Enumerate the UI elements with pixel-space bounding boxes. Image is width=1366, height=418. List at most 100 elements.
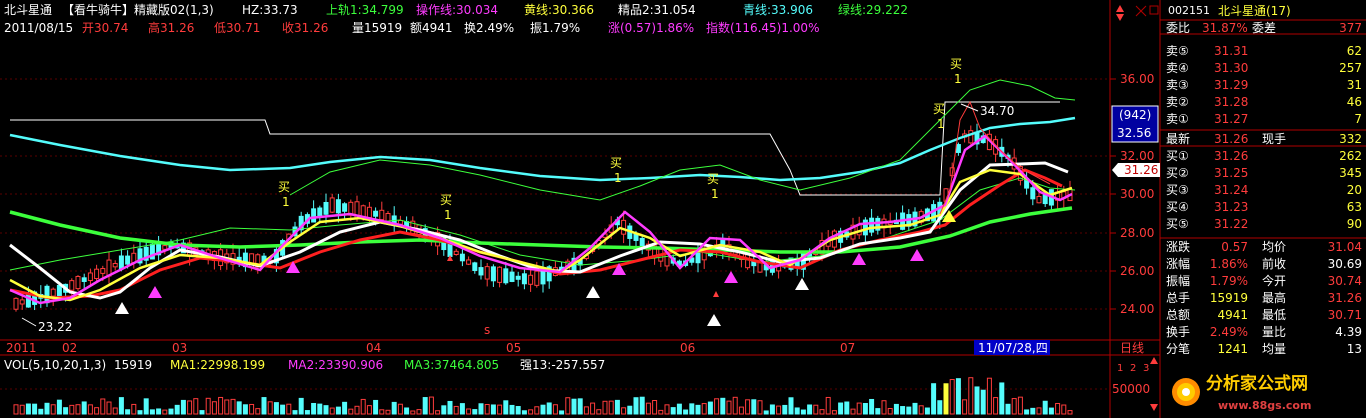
volume-bar — [540, 404, 546, 415]
sell-level-price: 31.28 — [1214, 95, 1249, 109]
panel-toggle-icon[interactable] — [1135, 5, 1147, 17]
volume-bar — [32, 403, 38, 415]
magenta-up-marker — [852, 253, 866, 265]
volume-bar — [131, 403, 137, 415]
buy-level-row[interactable]: 买⑤ 31.22 90 — [1166, 217, 1362, 231]
sell-level-price: 31.27 — [1214, 112, 1249, 126]
sell-level-label: 卖⑤ — [1166, 44, 1189, 58]
stat-label: 最高 — [1262, 291, 1287, 305]
volume-bar — [13, 404, 19, 415]
white-up-marker — [115, 302, 129, 314]
volume-bar — [546, 402, 552, 415]
volume-bar — [447, 400, 453, 415]
buy-level-row[interactable]: 买② 31.25 345 — [1166, 166, 1362, 180]
sell-level-volume: 257 — [1339, 61, 1362, 75]
volume-bar — [472, 409, 478, 415]
volume-bar — [1042, 400, 1048, 415]
stat-label: 总额 — [1166, 308, 1191, 322]
candle-body — [311, 208, 317, 223]
sell-level-volume: 46 — [1346, 95, 1362, 109]
period-label[interactable]: 日线 — [1120, 341, 1144, 355]
buy-signal-count: 1 — [711, 187, 719, 201]
volume-bar — [106, 401, 112, 415]
vol-scale-label: 3 — [1143, 363, 1150, 374]
weibi-row: 委比 31.87% 委差 377 — [1166, 21, 1362, 35]
sell-level-price: 31.31 — [1214, 44, 1249, 58]
x-tick-label: 03 — [172, 341, 188, 355]
volume-bar — [776, 405, 782, 415]
volume-bar — [993, 397, 999, 415]
sell-level-row[interactable]: 卖② 31.28 46 — [1166, 95, 1362, 109]
buy-level-price: 31.25 — [1214, 166, 1249, 180]
volume-bar — [360, 398, 366, 415]
logo-url: www.88gs.com — [1218, 399, 1312, 412]
candle-body — [968, 130, 974, 144]
volume-bar — [763, 410, 769, 415]
logo-badge-icon — [1172, 378, 1200, 406]
scroll-arrows-icon[interactable] — [1116, 5, 1124, 21]
weibi-value: 31.87% — [1202, 21, 1248, 35]
sell-level-row[interactable]: 卖③ 31.29 31 — [1166, 78, 1362, 92]
volume-bar — [348, 408, 354, 415]
stat-value: 1.79% — [1209, 274, 1248, 288]
volume-bar — [893, 403, 899, 415]
candle-body — [118, 255, 124, 270]
price-tick-label: 24.00 — [1120, 302, 1155, 316]
volume-bar — [918, 405, 924, 415]
sell-level-row[interactable]: 卖① 31.27 7 — [1166, 112, 1362, 126]
volume-bar — [410, 410, 416, 415]
stat-row[interactable]: 换手 2.49% 量比 4.39 — [1166, 325, 1362, 339]
close-icon[interactable] — [1149, 5, 1159, 15]
stat-row[interactable]: 涨跌 0.57 均价 31.04 — [1166, 240, 1362, 254]
sell-level-row[interactable]: 卖⑤ 31.31 62 — [1166, 44, 1362, 58]
volume-bar — [273, 402, 279, 415]
volume-bar — [199, 410, 205, 415]
stat-label: 量比 — [1262, 325, 1287, 339]
candle-body — [125, 255, 131, 265]
low-price-mark: 23.22 — [38, 320, 73, 334]
s-mark: s — [484, 323, 491, 337]
red-arrow-marker — [713, 291, 719, 297]
volume-bar — [317, 403, 323, 415]
volume-bar — [583, 406, 589, 415]
stat-row[interactable]: 总手 15919 最高 31.26 — [1166, 291, 1362, 305]
last-price-tag: 31.26 — [1124, 163, 1159, 177]
buy-level-row[interactable]: 买④ 31.23 63 — [1166, 200, 1362, 214]
buy-level-row[interactable]: 买① 31.26 262 — [1166, 149, 1362, 163]
weicha-label: 委差 — [1252, 21, 1277, 35]
candle-body — [639, 237, 645, 247]
kline-chart[interactable] — [0, 0, 1366, 418]
stat-row[interactable]: 涨幅 1.86% 前收 30.69 — [1166, 257, 1362, 271]
sell-level-price: 31.29 — [1214, 78, 1249, 92]
candle-body — [1030, 187, 1036, 200]
vol-scroll-down-icon[interactable] — [1150, 404, 1158, 411]
high-mark-line — [960, 103, 979, 112]
sell-level-row[interactable]: 卖④ 31.30 257 — [1166, 61, 1362, 75]
buy-level-label: 买① — [1166, 149, 1189, 163]
volume-bar — [193, 398, 199, 415]
volume-bar — [323, 405, 329, 415]
volume-bar — [484, 403, 490, 415]
volume-bar — [769, 404, 775, 415]
volume-bar — [807, 404, 813, 415]
stat-row[interactable]: 分笔 1241 均量 13 — [1166, 342, 1362, 356]
volume-bar — [534, 406, 540, 415]
volume-bar — [478, 403, 484, 415]
price-942-value: 32.56 — [1117, 126, 1152, 140]
stat-row[interactable]: 振幅 1.79% 今开 30.74 — [1166, 274, 1362, 288]
volume-bar — [782, 404, 788, 415]
stat-row[interactable]: 总额 4941 最低 30.71 — [1166, 308, 1362, 322]
sell-level-label: 卖① — [1166, 112, 1189, 126]
volume-bar — [608, 400, 614, 415]
volume-bar — [515, 406, 521, 415]
volume-bar — [292, 410, 298, 415]
cursor-date: 11/07/28,四 — [978, 341, 1048, 355]
stat-value: 2.49% — [1209, 325, 1248, 339]
volume-bar — [441, 405, 447, 415]
volume-bar — [645, 402, 651, 415]
buy-level-row[interactable]: 买③ 31.24 20 — [1166, 183, 1362, 197]
volume-bar — [342, 401, 348, 415]
vol-scroll-up-icon[interactable] — [1150, 357, 1158, 364]
candle-body — [869, 217, 875, 233]
volume-bar — [1055, 402, 1061, 415]
